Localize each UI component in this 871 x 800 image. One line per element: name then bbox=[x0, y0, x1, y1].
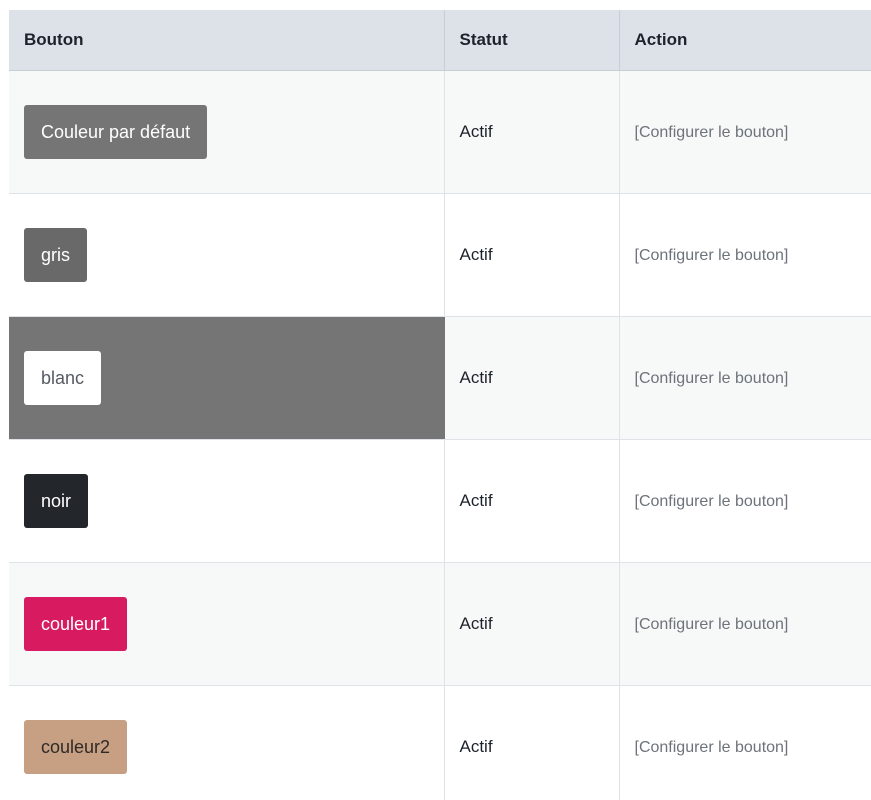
status-cell: Actif bbox=[444, 685, 620, 800]
configure-button-link[interactable]: [Configurer le bouton] bbox=[635, 739, 789, 756]
configure-button-link[interactable]: [Configurer le bouton] bbox=[635, 493, 789, 510]
status-cell: Actif bbox=[444, 316, 620, 440]
status-cell: Actif bbox=[444, 439, 620, 563]
table-header-row: Bouton Statut Action bbox=[9, 10, 871, 71]
button-cell: couleur2 bbox=[9, 685, 445, 800]
button-cell: noir bbox=[9, 439, 445, 563]
table-row: Couleur par défaut Actif [Configurer le … bbox=[9, 70, 871, 194]
color-button-couleur1[interactable]: couleur1 bbox=[24, 596, 128, 651]
button-cell: Couleur par défaut bbox=[9, 70, 445, 194]
table-row: couleur2 Actif [Configurer le bouton] bbox=[9, 685, 871, 800]
action-cell: [Configurer le bouton] bbox=[619, 70, 871, 194]
status-cell: Actif bbox=[444, 193, 620, 317]
button-cell: gris bbox=[9, 193, 445, 317]
column-header-status: Statut bbox=[444, 10, 620, 71]
buttons-table: Bouton Statut Action Couleur par défaut … bbox=[9, 10, 871, 800]
action-cell: [Configurer le bouton] bbox=[619, 316, 871, 440]
table-row: gris Actif [Configurer le bouton] bbox=[9, 193, 871, 317]
color-button-gris[interactable]: gris bbox=[24, 227, 88, 282]
configure-button-link[interactable]: [Configurer le bouton] bbox=[635, 247, 789, 264]
table-body: Couleur par défaut Actif [Configurer le … bbox=[9, 70, 871, 800]
action-cell: [Configurer le bouton] bbox=[619, 193, 871, 317]
button-cell: blanc bbox=[9, 316, 445, 440]
configure-button-link[interactable]: [Configurer le bouton] bbox=[635, 124, 789, 141]
action-cell: [Configurer le bouton] bbox=[619, 439, 871, 563]
column-header-button: Bouton bbox=[9, 10, 445, 71]
status-cell: Actif bbox=[444, 562, 620, 686]
color-button-blanc[interactable]: blanc bbox=[24, 350, 102, 405]
color-button-noir[interactable]: noir bbox=[24, 473, 89, 528]
color-button-default[interactable]: Couleur par défaut bbox=[24, 104, 208, 159]
color-button-couleur2[interactable]: couleur2 bbox=[24, 719, 128, 774]
table-row: noir Actif [Configurer le bouton] bbox=[9, 439, 871, 563]
table-row: couleur1 Actif [Configurer le bouton] bbox=[9, 562, 871, 686]
action-cell: [Configurer le bouton] bbox=[619, 562, 871, 686]
buttons-table-container: Bouton Statut Action Couleur par défaut … bbox=[9, 10, 871, 800]
table-row: blanc Actif [Configurer le bouton] bbox=[9, 316, 871, 440]
configure-button-link[interactable]: [Configurer le bouton] bbox=[635, 616, 789, 633]
status-cell: Actif bbox=[444, 70, 620, 194]
configure-button-link[interactable]: [Configurer le bouton] bbox=[635, 370, 789, 387]
column-header-action: Action bbox=[619, 10, 871, 71]
action-cell: [Configurer le bouton] bbox=[619, 685, 871, 800]
button-cell: couleur1 bbox=[9, 562, 445, 686]
table-header: Bouton Statut Action bbox=[9, 10, 871, 71]
